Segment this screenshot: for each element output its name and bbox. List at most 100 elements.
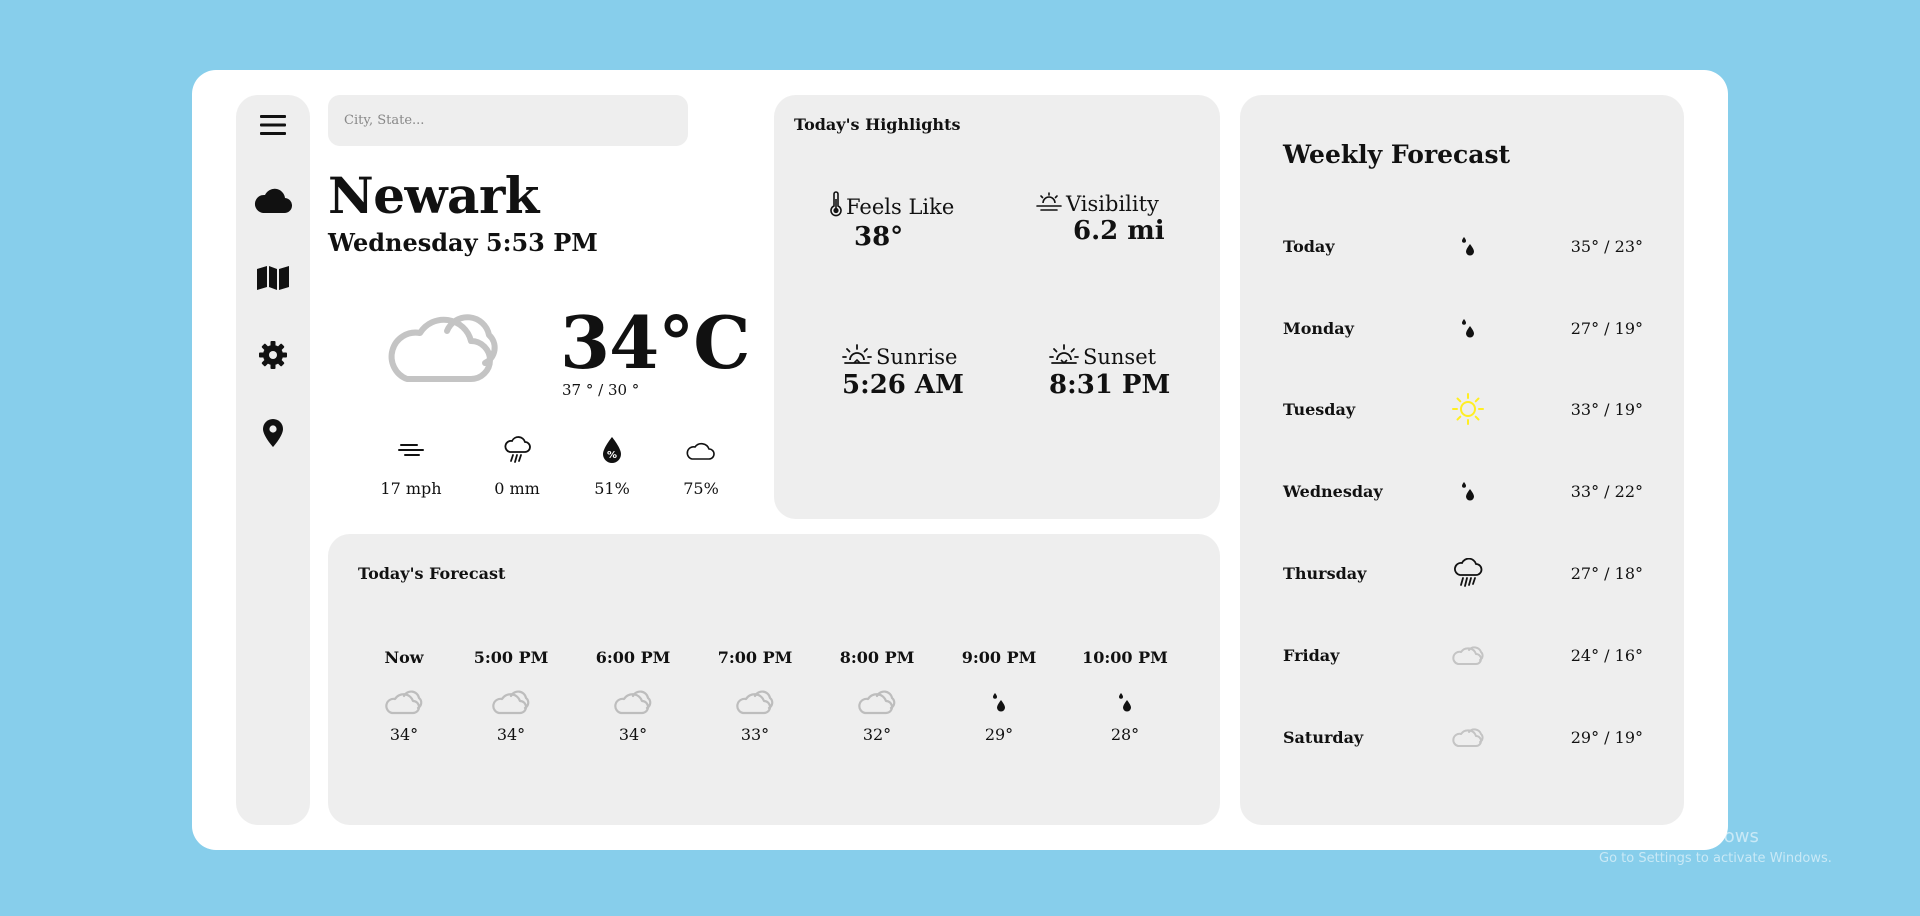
today-forecast-panel: Today's Forecast Now 34° 5:00 PM 34° 6:0… (328, 534, 1220, 825)
day-name: Tuesday (1283, 399, 1356, 419)
cloud-icon (354, 689, 454, 715)
hour-time: Now (384, 648, 424, 667)
sun-icon (1443, 392, 1493, 426)
cloud-icon (461, 689, 561, 715)
hour-temp: 34° (389, 725, 419, 744)
hour-time: 6:00 PM (595, 648, 671, 667)
settings-icon[interactable] (236, 340, 310, 370)
watermark-title: Activate Windows (1599, 826, 1759, 847)
activation-watermark: Activate Windows Go to Settings to activ… (1599, 826, 1832, 866)
rain-icon (1443, 558, 1493, 588)
current-temperature: 34°C (560, 300, 750, 385)
wind-icon (366, 435, 456, 465)
hour-temp: 34° (618, 725, 648, 744)
location-pin-icon[interactable] (236, 417, 310, 449)
hour-time: 8:00 PM (839, 648, 915, 667)
city-name: Newark (328, 166, 539, 225)
day-name: Friday (1283, 645, 1340, 665)
precipitation-stat: 0 mm (472, 435, 562, 498)
feels-like-label: Feels Like (846, 194, 955, 219)
cloud-icon (583, 689, 683, 715)
rain-icon (472, 435, 562, 465)
feels-like-value: 38° (854, 222, 904, 252)
hour-time: 7:00 PM (717, 648, 793, 667)
svg-text:%: % (607, 450, 617, 461)
current-cloud-icon (385, 305, 501, 389)
hour-temp: 29° (984, 725, 1014, 744)
precipitation-amount: 0 mm (494, 479, 540, 498)
hour-forecast-item: 6:00 PM 34° (583, 648, 683, 744)
cloud-icon (827, 689, 927, 715)
sunrise-value: 5:26 AM (842, 370, 964, 400)
day-temp-range: 33° / 22° (1570, 481, 1643, 501)
visibility-value: 6.2 mi (1073, 216, 1165, 246)
hour-time: 10:00 PM (1082, 648, 1168, 667)
day-temp-range: 27° / 18° (1570, 563, 1643, 583)
humidity-value: 51% (594, 479, 630, 498)
hour-forecast-item: 10:00 PM 28° (1075, 648, 1175, 744)
cloud-icon (1443, 726, 1493, 748)
sunset-icon (1049, 343, 1079, 370)
haze-icon (1036, 191, 1062, 216)
day-forecast-row: Wednesday 33° / 22° (1283, 471, 1643, 511)
sunset-card: Sunset 8:31 PM (1049, 343, 1170, 400)
drizzle-icon (949, 689, 1049, 715)
cloud-cover-value: 75% (683, 479, 719, 498)
humidity-icon: % (567, 435, 657, 465)
drizzle-icon (1443, 481, 1493, 501)
sunrise-card: Sunrise 5:26 AM (842, 343, 964, 400)
highlights-panel: Today's Highlights Feels Like 38° Visibi… (774, 95, 1220, 519)
weekly-forecast-title: Weekly Forecast (1283, 140, 1511, 169)
map-icon[interactable] (236, 263, 310, 293)
day-temp-range: 24° / 16° (1570, 645, 1643, 665)
sidebar (236, 95, 310, 825)
day-temp-range: 33° / 19° (1570, 399, 1643, 419)
cloud-cover-stat: 75% (656, 435, 746, 498)
city-search-input[interactable] (328, 95, 688, 146)
hour-temp: 32° (862, 725, 892, 744)
hour-forecast-item: 5:00 PM 34° (461, 648, 561, 744)
drizzle-icon (1443, 318, 1493, 338)
day-temp-range: 35° / 23° (1570, 236, 1643, 256)
hour-time: 9:00 PM (961, 648, 1037, 667)
hour-temp: 34° (496, 725, 526, 744)
today-forecast-title: Today's Forecast (358, 564, 506, 583)
day-forecast-row: Today 35° / 23° (1283, 226, 1643, 266)
hour-forecast-item: 9:00 PM 29° (949, 648, 1049, 744)
visibility-label: Visibility (1066, 191, 1159, 216)
thermometer-icon (830, 191, 842, 222)
sunset-value: 8:31 PM (1049, 370, 1171, 400)
cloud-icon (705, 689, 805, 715)
current-datetime: Wednesday 5:53 PM (328, 228, 598, 257)
day-temp-range: 27° / 19° (1570, 318, 1643, 338)
cloud-icon (1443, 644, 1493, 666)
day-forecast-row: Friday 24° / 16° (1283, 635, 1643, 675)
visibility-card: Visibility 6.2 mi (1036, 191, 1165, 246)
day-forecast-row: Monday 27° / 19° (1283, 308, 1643, 348)
day-forecast-row: Tuesday 33° / 19° (1283, 389, 1643, 429)
day-temp-range: 29° / 19° (1570, 727, 1643, 747)
hour-forecast-item: 8:00 PM 32° (827, 648, 927, 744)
day-name: Monday (1283, 318, 1354, 338)
sunrise-label: Sunrise (876, 344, 958, 369)
wind-speed: 17 mph (380, 479, 442, 498)
hour-temp: 28° (1110, 725, 1140, 744)
cloud-icon (656, 435, 746, 465)
drizzle-icon (1075, 689, 1175, 715)
weekly-forecast-panel: Weekly Forecast Today 35° / 23° Monday 2… (1240, 95, 1684, 825)
sunrise-icon (842, 343, 872, 370)
hour-forecast-item: Now 34° (354, 648, 454, 744)
day-name: Saturday (1283, 727, 1364, 747)
day-name: Thursday (1283, 563, 1367, 583)
cloud-nav-icon[interactable] (236, 185, 310, 215)
hour-time: 5:00 PM (473, 648, 549, 667)
hour-temp: 33° (740, 725, 770, 744)
sunset-label: Sunset (1083, 344, 1157, 369)
feels-like-card: Feels Like 38° (830, 191, 954, 252)
humidity-stat: % 51% (567, 435, 657, 498)
day-forecast-row: Saturday 29° / 19° (1283, 717, 1643, 757)
watermark-subtitle: Go to Settings to activate Windows. (1599, 851, 1832, 866)
day-name: Wednesday (1283, 481, 1383, 501)
menu-icon[interactable] (236, 110, 310, 140)
current-temp-range: 37 ° / 30 ° (562, 381, 640, 399)
